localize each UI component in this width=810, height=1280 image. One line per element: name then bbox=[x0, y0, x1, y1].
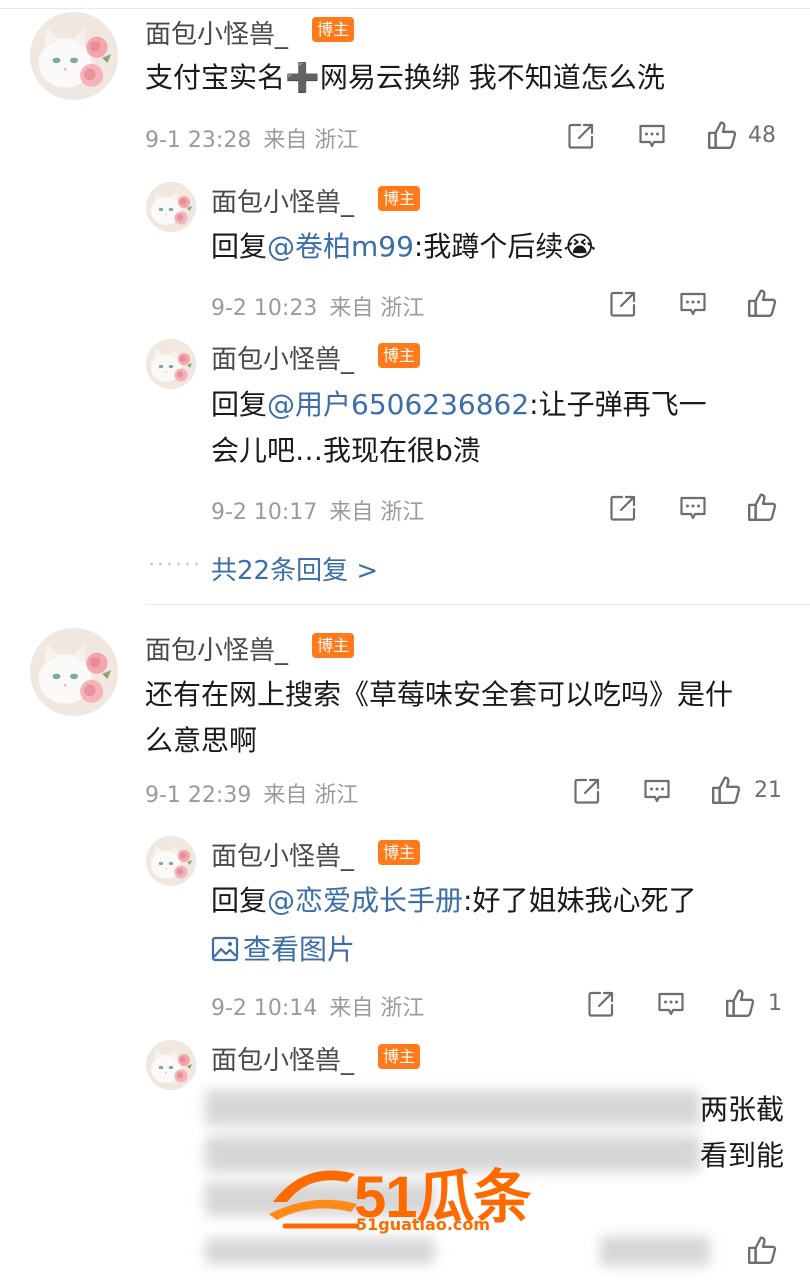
reply-meta: 9-2 10:17 来自 浙江 bbox=[211, 494, 436, 526]
avatar-image bbox=[146, 836, 196, 886]
location: 来自 浙江 bbox=[263, 783, 359, 808]
timestamp: 9-1 23:28 bbox=[145, 128, 252, 153]
reply-text-line2: 会儿吧…我现在很b溃 bbox=[211, 434, 481, 467]
comment-icon[interactable] bbox=[637, 121, 667, 151]
thumbs-up-icon[interactable] bbox=[710, 774, 742, 806]
comment-icon[interactable] bbox=[656, 989, 686, 1019]
mention-link[interactable]: @恋爱成长手册 bbox=[267, 884, 463, 917]
timestamp: 9-1 22:39 bbox=[145, 783, 252, 808]
reply-body: :我蹲个后续😭 bbox=[413, 230, 597, 263]
reply-body: :让子弹再飞一 bbox=[529, 388, 707, 421]
thumbs-up-icon[interactable] bbox=[724, 987, 756, 1019]
share-icon[interactable] bbox=[566, 121, 596, 151]
comment-meta: 9-1 23:28 来自 浙江 bbox=[145, 122, 370, 154]
blurred-content bbox=[205, 1090, 700, 1126]
avatar-image bbox=[146, 339, 196, 389]
thumbs-up-icon[interactable] bbox=[746, 1234, 778, 1266]
author-badge: 博主 bbox=[312, 17, 355, 42]
timestamp: 9-2 10:23 bbox=[211, 296, 318, 321]
like-count: 21 bbox=[754, 778, 782, 803]
blurred-content bbox=[600, 1236, 710, 1266]
image-icon bbox=[211, 935, 239, 963]
comment-text: 支付宝实名➕网易云换绑 我不知道怎么洗 bbox=[145, 61, 665, 94]
avatar[interactable] bbox=[146, 1040, 196, 1090]
comment-icon[interactable] bbox=[642, 776, 672, 806]
avatar-image bbox=[146, 1040, 196, 1090]
comment-divider bbox=[146, 604, 810, 605]
reply-text-tail: 看到能 bbox=[700, 1139, 785, 1172]
share-icon[interactable] bbox=[572, 776, 602, 806]
mention-link[interactable]: @用户6506236862 bbox=[267, 388, 529, 421]
avatar-image bbox=[146, 182, 196, 232]
avatar[interactable] bbox=[30, 12, 118, 100]
avatar-image bbox=[30, 628, 118, 716]
reply-prefix: 回复 bbox=[211, 230, 268, 263]
comment-meta: 9-1 22:39 来自 浙江 bbox=[145, 777, 370, 809]
username[interactable]: 面包小怪兽_ bbox=[211, 1040, 354, 1077]
like-count: 48 bbox=[748, 123, 776, 148]
share-icon[interactable] bbox=[608, 493, 638, 523]
reply-meta: 9-2 10:23 来自 浙江 bbox=[211, 290, 436, 322]
avatar[interactable] bbox=[30, 628, 118, 716]
reply-prefix: 回复 bbox=[211, 388, 268, 421]
watermark-url: 51guatiao.com bbox=[356, 1215, 491, 1234]
author-badge: 博主 bbox=[378, 840, 421, 865]
like-count: 1 bbox=[768, 991, 782, 1016]
mention-link[interactable]: @卷柏m99 bbox=[267, 230, 414, 263]
comment-text-line2: 么意思啊 bbox=[145, 724, 258, 757]
location: 来自 浙江 bbox=[263, 128, 359, 153]
avatar[interactable] bbox=[146, 339, 196, 389]
dots-divider: ······ bbox=[148, 553, 202, 578]
username[interactable]: 面包小怪兽_ bbox=[145, 630, 288, 667]
thumbs-up-icon[interactable] bbox=[706, 119, 738, 151]
reply-text: 回复@用户6506236862:让子弹再飞一 bbox=[211, 382, 707, 428]
reply-text: 回复@恋爱成长手册:好了姐妹我心死了 bbox=[211, 878, 696, 924]
more-replies-link[interactable]: 共22条回复 > bbox=[211, 550, 378, 587]
comment-text: 还有在网上搜索《草莓味安全套可以吃吗》是什 bbox=[145, 678, 734, 711]
timestamp: 9-2 10:14 bbox=[211, 996, 318, 1021]
thumbs-up-icon[interactable] bbox=[746, 287, 778, 319]
top-divider bbox=[0, 8, 810, 9]
location: 来自 浙江 bbox=[329, 500, 425, 525]
location: 来自 浙江 bbox=[329, 296, 425, 321]
share-icon[interactable] bbox=[608, 289, 638, 319]
username[interactable]: 面包小怪兽_ bbox=[211, 339, 354, 376]
comment-icon[interactable] bbox=[678, 493, 708, 523]
author-badge: 博主 bbox=[312, 633, 355, 658]
share-icon[interactable] bbox=[586, 989, 616, 1019]
reply-prefix: 回复 bbox=[211, 884, 268, 917]
author-badge: 博主 bbox=[378, 343, 421, 368]
view-image-label: 查看图片 bbox=[243, 933, 356, 966]
reply-text-tail: 两张截 bbox=[700, 1093, 785, 1126]
view-image-link[interactable]: 查看图片 bbox=[211, 928, 355, 968]
avatar[interactable] bbox=[146, 182, 196, 232]
avatar-image bbox=[30, 12, 118, 100]
reply-body: :好了姐妹我心死了 bbox=[463, 884, 697, 917]
timestamp: 9-2 10:17 bbox=[211, 500, 318, 525]
author-badge: 博主 bbox=[378, 1044, 421, 1069]
location: 来自 浙江 bbox=[329, 996, 425, 1021]
username[interactable]: 面包小怪兽_ bbox=[145, 14, 288, 51]
thumbs-up-icon[interactable] bbox=[746, 491, 778, 523]
reply-meta: 9-2 10:14 来自 浙江 bbox=[211, 990, 436, 1022]
comment-icon[interactable] bbox=[678, 289, 708, 319]
author-badge: 博主 bbox=[378, 186, 421, 211]
username[interactable]: 面包小怪兽_ bbox=[211, 182, 354, 219]
username[interactable]: 面包小怪兽_ bbox=[211, 836, 354, 873]
avatar[interactable] bbox=[146, 836, 196, 886]
blurred-content bbox=[205, 1238, 435, 1264]
reply-text: 回复@卷柏m99:我蹲个后续😭 bbox=[211, 224, 596, 270]
